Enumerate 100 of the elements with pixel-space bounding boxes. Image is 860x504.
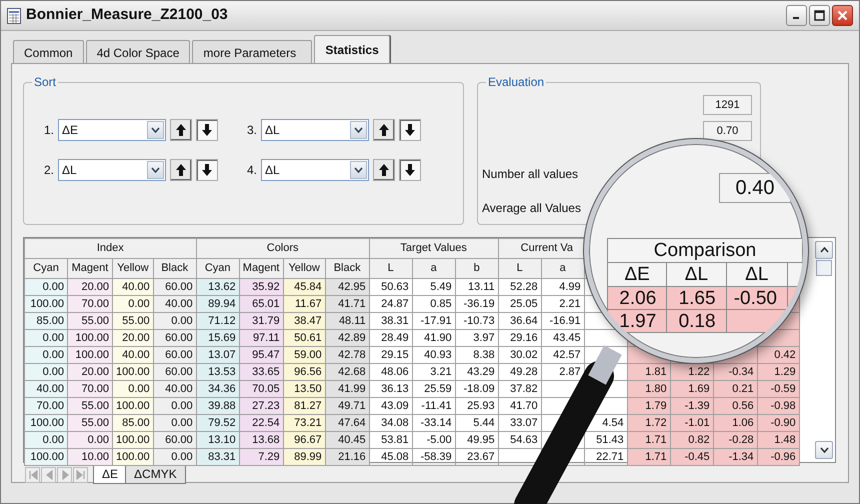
- table-cell: 5.44: [455, 414, 498, 432]
- table-cell: -17.91: [412, 312, 456, 330]
- table-cell: 1.71: [627, 448, 670, 466]
- table-cell: 96.67: [283, 432, 326, 448]
- close-icon: [837, 10, 848, 21]
- table-cell: 1.22: [670, 364, 714, 380]
- table-cell: -0.50: [726, 286, 788, 310]
- next-page-icon: [60, 470, 70, 480]
- column-group-header: Index: [24, 238, 196, 258]
- sheet-tab[interactable]: ΔCMYK: [125, 466, 186, 484]
- table-cell: 42.57: [541, 346, 584, 364]
- table-cell: 24.87: [369, 296, 412, 312]
- table-cell: 38.31: [369, 312, 412, 330]
- descending-button[interactable]: [196, 159, 218, 181]
- table-cell: 13.68: [239, 432, 284, 448]
- sort-dropdown[interactable]: ΔE: [58, 119, 166, 141]
- table-cell: 20.00: [68, 278, 112, 296]
- table-cell: 40.45: [325, 432, 370, 448]
- maximize-icon: [814, 10, 825, 21]
- sort-number: 3.: [246, 122, 257, 139]
- scroll-up-button[interactable]: [815, 241, 833, 259]
- table-cell: 100.00: [68, 330, 112, 346]
- tab[interactable]: Common: [13, 40, 84, 63]
- ascending-button[interactable]: [373, 159, 395, 181]
- table-cell: 4.99: [541, 278, 584, 296]
- table-cell: 36.64: [498, 312, 542, 330]
- table-cell: -10.73: [455, 312, 498, 330]
- table-cell: 37.82: [498, 380, 542, 398]
- table-cell: 55.00: [68, 414, 112, 432]
- column-group-header: Target Values: [369, 238, 498, 258]
- table-cell: 0.00: [24, 330, 68, 346]
- table-cell: 70.00: [24, 398, 68, 414]
- tab[interactable]: 4d Color Space: [86, 40, 190, 63]
- sheet-tab[interactable]: ΔE: [93, 466, 128, 484]
- table-cell: 100.00: [112, 364, 154, 380]
- previous-page-icon: [44, 470, 54, 480]
- table-cell: 43.45: [541, 330, 584, 346]
- minimize-button[interactable]: [786, 5, 807, 26]
- table-cell: 10.00: [68, 448, 112, 466]
- table-cell: -5.00: [412, 432, 456, 448]
- table-cell: -1.01: [670, 414, 714, 432]
- column-header: Yellow: [283, 258, 326, 278]
- table-cell: 0.00: [153, 398, 196, 414]
- table-cell: 1.06: [713, 414, 758, 432]
- table-cell: 70.05: [239, 380, 284, 398]
- descending-button[interactable]: [196, 119, 218, 141]
- scroll-thumb[interactable]: [816, 260, 832, 276]
- sort-dropdown[interactable]: ΔL: [261, 159, 369, 181]
- descending-button[interactable]: [399, 159, 421, 181]
- descending-button[interactable]: [399, 119, 421, 141]
- table-cell: 55.00: [68, 312, 112, 330]
- table-cell: 41.70: [498, 398, 542, 414]
- table-cell: 49.28: [498, 364, 542, 380]
- table-cell: 89.94: [196, 296, 240, 312]
- table-cell: 0.82: [670, 432, 714, 448]
- table-cell: 95.47: [239, 346, 284, 364]
- table-cell: 60.00: [153, 278, 196, 296]
- table-cell: 71.12: [196, 312, 240, 330]
- tab[interactable]: more Parameters: [192, 40, 312, 63]
- table-cell: -0.90: [757, 414, 800, 432]
- table-cell: 51.43: [584, 432, 628, 448]
- scroll-down-button[interactable]: [815, 441, 833, 459]
- table-cell: 85.00: [112, 414, 154, 432]
- table-cell: 2.21: [541, 296, 584, 312]
- table-cell: 60.00: [153, 330, 196, 346]
- table-cell: 2.06: [608, 286, 667, 310]
- table-cell: 100.00: [24, 414, 68, 432]
- column-header: Black: [325, 258, 370, 278]
- sort-dropdown[interactable]: ΔL: [58, 159, 166, 181]
- table-cell: 100.00: [112, 448, 154, 466]
- table-cell: 55.00: [112, 312, 154, 330]
- table-cell: 29.16: [498, 330, 542, 346]
- table-cell: 3.97: [455, 330, 498, 346]
- table-cell: 60.00: [153, 432, 196, 448]
- table-cell: 0.00: [153, 414, 196, 432]
- arrow-down-icon: [405, 124, 415, 136]
- ascending-button[interactable]: [373, 119, 395, 141]
- sort-dropdown[interactable]: ΔL: [261, 119, 369, 141]
- table-cell: 33.65: [239, 364, 284, 380]
- table-cell: 60.00: [153, 346, 196, 364]
- ascending-button[interactable]: [170, 119, 192, 141]
- table-cell: 0.00: [112, 380, 154, 398]
- table-cell: 65.01: [239, 296, 284, 312]
- window-title: Bonnier_Measure_Z2100_03: [26, 5, 228, 26]
- column-header: L: [498, 258, 542, 278]
- table-cell: 40.00: [24, 380, 68, 398]
- value-field: 1291: [703, 95, 752, 115]
- table-cell: 2.87: [541, 364, 584, 380]
- field-label: Number all values: [482, 166, 580, 183]
- ascending-button[interactable]: [170, 159, 192, 181]
- close-button[interactable]: [832, 5, 853, 26]
- tab[interactable]: Statistics: [314, 35, 390, 63]
- column-header: ΔL: [726, 262, 788, 286]
- maximize-button[interactable]: [809, 5, 830, 26]
- table-cell: 1.65: [666, 286, 726, 310]
- column-group-header: Colors: [196, 238, 370, 258]
- caret-icon: [151, 127, 160, 133]
- table-cell: 100.00: [24, 448, 68, 466]
- chevron-up-icon: [820, 247, 828, 253]
- table-cell: 35.92: [239, 278, 284, 296]
